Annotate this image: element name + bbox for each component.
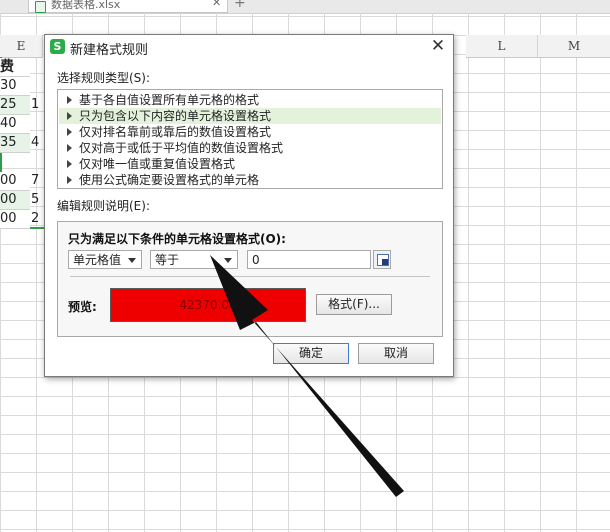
annotation-arrow-icon (210, 255, 404, 497)
